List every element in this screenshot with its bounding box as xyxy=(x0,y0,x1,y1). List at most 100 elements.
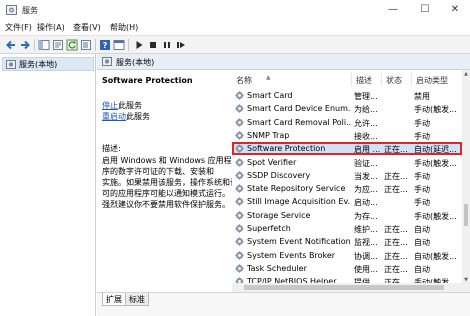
svg-text:?: ? xyxy=(103,41,108,50)
horizontal-scrollbar[interactable] xyxy=(232,283,462,292)
service-row[interactable]: Task Scheduler 使用... 正在... 自动 xyxy=(232,262,462,275)
restart-service-action: 重启动此服务 xyxy=(102,111,150,122)
service-row[interactable]: Spot Verifier 验证... 手动(触发... xyxy=(232,156,462,169)
horizontal-scrollbar-thumb[interactable] xyxy=(244,285,444,290)
start-service-icon[interactable] xyxy=(133,39,145,51)
maximize-button[interactable]: ☐ xyxy=(412,2,438,18)
service-gear-icon xyxy=(235,171,244,180)
service-name: Smart Card Removal Poli... xyxy=(247,117,351,127)
toolbar-separator xyxy=(95,39,96,51)
description-line: 可的应用程序可能以通知模式运行。 xyxy=(102,189,230,198)
service-startup-type: 手动 xyxy=(414,131,430,141)
description-line: 实施。如果禁用该服务，操作系统和许 xyxy=(102,178,238,187)
header-label: 服务(本地) xyxy=(116,58,155,67)
service-row-selected[interactable]: Software Protection 启用 ... 正在... 自动(延迟... xyxy=(232,142,462,156)
service-gear-icon xyxy=(235,131,244,140)
restart-service-icon[interactable] xyxy=(175,39,187,51)
back-arrow-icon[interactable] xyxy=(5,39,17,51)
menu-bar: 文件(F) 操作(A) 查看(V) 帮助(H) xyxy=(0,20,470,35)
service-name: Smart Card Device Enum... xyxy=(247,104,351,114)
service-gear-icon xyxy=(235,210,244,220)
service-row[interactable]: Superfetch 维护... 正在... 自动 xyxy=(232,222,462,235)
service-gear-icon xyxy=(235,250,244,260)
service-description: 当发... xyxy=(354,171,378,181)
scroll-up-icon[interactable]: ▲ xyxy=(462,70,470,78)
service-gear-icon xyxy=(235,224,244,233)
tree-item-label: 服务(本地) xyxy=(19,60,58,69)
export-list-icon[interactable] xyxy=(80,39,92,51)
service-description: 启用 ... xyxy=(354,145,381,155)
service-name: Spot Verifier xyxy=(247,157,297,167)
services-icon xyxy=(102,57,112,66)
service-name: Storage Service xyxy=(247,210,311,220)
help-icon[interactable]: ? xyxy=(99,39,111,51)
service-name: SSDP Discovery xyxy=(247,170,311,180)
description-line: 启用 Windows 和 Windows 应用程 xyxy=(102,156,232,165)
refresh-icon[interactable] xyxy=(66,39,78,51)
service-startup-type: 禁用 xyxy=(414,92,430,101)
service-status: 正在... xyxy=(384,145,408,155)
service-details-panel: Software Protection 停止此服务 重启动此服务 描述: 启用 … xyxy=(97,70,238,292)
column-header-label: 描述 xyxy=(356,76,372,85)
service-startup-type: 自动 xyxy=(414,225,430,234)
window-title: 服务 xyxy=(22,6,38,15)
service-row[interactable]: Storage Service 为存... 手动(触发... xyxy=(232,209,462,222)
service-status: 正在... xyxy=(384,251,408,261)
service-row[interactable]: SSDP Discovery 当发... 正在... 手动 xyxy=(232,169,462,182)
tab-standard[interactable]: 标准 xyxy=(125,293,149,306)
service-row[interactable]: System Events Broker 协调... 正在... 自动(触发... xyxy=(232,249,462,262)
minimize-button[interactable]: — xyxy=(380,2,406,18)
stop-service-icon[interactable] xyxy=(147,39,159,51)
service-description: 允许... xyxy=(354,118,378,128)
menu-view[interactable]: 查看(V) xyxy=(73,22,101,33)
service-description: 为给... xyxy=(354,105,378,115)
service-startup-type: 自动 xyxy=(414,238,430,248)
close-button[interactable]: ✕ xyxy=(442,2,468,18)
forward-arrow-icon[interactable] xyxy=(19,39,31,51)
stop-service-suffix: 此服务 xyxy=(118,101,142,110)
service-name: Superfetch xyxy=(247,224,291,233)
service-gear-icon xyxy=(235,157,244,167)
service-name: SNMP Trap xyxy=(247,130,290,140)
description-line: 强烈建议你不要禁用软件保护服务。 xyxy=(102,200,230,209)
column-header-description[interactable]: 描述 xyxy=(352,73,382,86)
scrollbar-thumb[interactable] xyxy=(464,204,468,226)
service-startup-type: 手动(触发... xyxy=(414,211,457,221)
service-row[interactable]: Smart Card Device Enum... 为给... 手动(触发... xyxy=(232,102,462,115)
view-tabs: 扩展 标准 xyxy=(97,292,470,316)
menu-action[interactable]: 操作(A) xyxy=(37,22,65,33)
sort-ascending-icon: ▲ xyxy=(266,74,271,81)
service-name: Task Scheduler xyxy=(247,263,307,273)
show-tree-icon[interactable] xyxy=(38,39,50,51)
service-startup-type: 手动(触发... xyxy=(414,105,457,115)
column-header-name[interactable]: 名称 ▲ xyxy=(232,73,352,86)
stop-service-link[interactable]: 停止 xyxy=(102,101,118,110)
tab-extended[interactable]: 扩展 xyxy=(102,293,126,306)
properties-icon[interactable] xyxy=(52,39,64,51)
service-gear-icon xyxy=(235,237,244,246)
restart-service-link[interactable]: 重启动 xyxy=(102,112,126,121)
column-header-status[interactable]: 状态 xyxy=(382,73,412,86)
toolbar: ? xyxy=(0,35,470,54)
service-row[interactable]: Still Image Acquisition Ev... 启动... 手动 xyxy=(232,195,462,208)
tree-item-services-local[interactable]: 服务(本地) xyxy=(2,57,94,71)
service-row[interactable]: Smart Card Removal Poli... 允许... 手动 xyxy=(232,116,462,129)
column-header-startup-type[interactable]: 启动类型 xyxy=(412,73,462,86)
service-status: 正在... xyxy=(384,185,408,195)
scroll-down-icon[interactable]: ▼ xyxy=(462,276,470,284)
console-icon[interactable] xyxy=(113,39,125,51)
service-description: 管理... xyxy=(354,92,378,101)
vertical-scrollbar[interactable]: ▲ ▼ xyxy=(462,70,470,292)
pause-service-icon[interactable] xyxy=(161,39,173,51)
selected-service-title: Software Protection xyxy=(102,76,193,85)
menu-file[interactable]: 文件(F) xyxy=(5,22,32,33)
service-row[interactable]: System Event Notification... 监视... 正在... 自动 xyxy=(232,235,462,248)
services-app-icon xyxy=(6,5,17,15)
menu-help[interactable]: 帮助(H) xyxy=(110,22,138,33)
service-description: 协调... xyxy=(354,251,378,261)
service-row[interactable]: SNMP Trap 接收... 手动 xyxy=(232,129,462,142)
service-row[interactable]: State Repository Service 为应... 正在... 手动 xyxy=(232,182,462,195)
service-name: System Event Notification... xyxy=(247,237,351,247)
service-row[interactable]: Smart Card 管理... 禁用 xyxy=(232,89,462,102)
service-gear-icon xyxy=(235,197,244,207)
